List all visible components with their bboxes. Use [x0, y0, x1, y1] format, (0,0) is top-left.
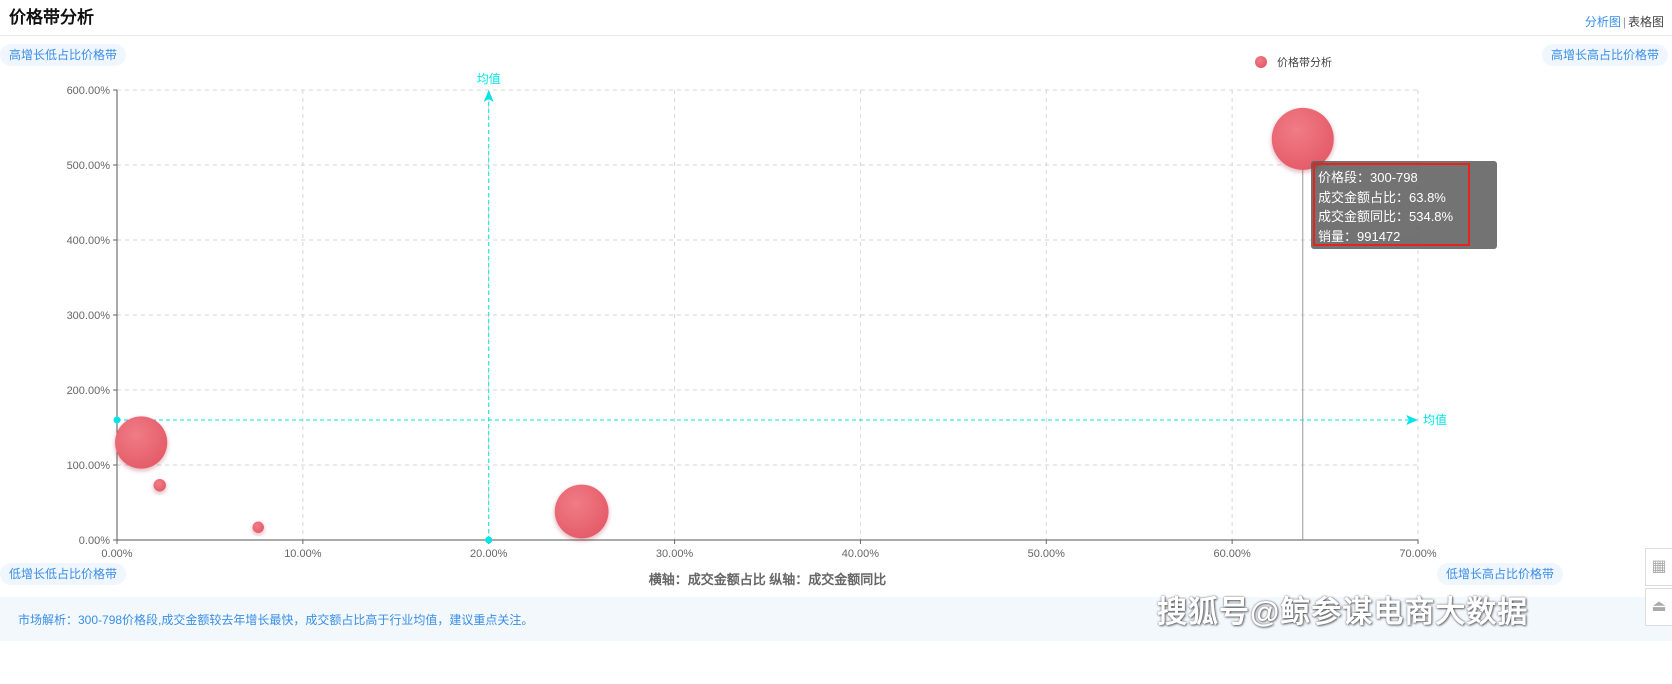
x-tick-label: 20.00%	[470, 548, 508, 560]
bubble-point	[554, 484, 609, 539]
x-tick-label: 50.00%	[1028, 548, 1066, 560]
y-tick-label: 600.00%	[67, 85, 111, 97]
quadrant-tag-top-left[interactable]: 高增长低占比价格带	[0, 44, 127, 66]
tooltip-price-range: 价格段：300-798	[1318, 170, 1418, 185]
bubble-point	[252, 521, 264, 533]
grid-icon: ▦	[1651, 558, 1667, 575]
axis-caption: 横轴：成交金额占比 纵轴：成交金额同比	[649, 572, 887, 587]
y-tick-label: 200.00%	[67, 385, 111, 397]
mean-line-horizontal-start	[113, 416, 121, 424]
tooltip-amount-share: 成交金额占比：63.8%	[1318, 189, 1446, 205]
x-tick-label: 60.00%	[1213, 548, 1251, 560]
legend-label: 价格带分析	[1277, 55, 1332, 69]
x-tick-label: 30.00%	[656, 548, 694, 560]
x-tick-label: 40.00%	[842, 548, 880, 560]
bubble-point	[115, 416, 168, 469]
x-tick-label: 70.00%	[1399, 548, 1437, 560]
mean-line-vertical-start	[485, 536, 493, 544]
bubble-point	[153, 479, 166, 492]
watermark: 搜狐号@鲸参谋电商大数据	[1157, 596, 1529, 629]
market-analysis-text: 市场解析：300-798价格段,成交金额较去年增长最快，成交额占比高于行业均值，…	[18, 613, 534, 627]
y-tick-label: 100.00%	[67, 460, 111, 472]
chart-tooltip: 价格段：300-798 成交金额占比：63.8% 成交金额同比：534.8% 销…	[1313, 163, 1470, 246]
side-grid-button[interactable]: ▦	[1645, 548, 1672, 586]
y-tick-label: 300.00%	[67, 310, 111, 322]
back-to-top-icon: ⏏	[1651, 598, 1667, 615]
x-tick-label: 0.00%	[101, 548, 132, 560]
y-tick-label: 0.00%	[79, 535, 110, 547]
y-tick-label: 400.00%	[67, 235, 111, 247]
side-top-button[interactable]: ⏏	[1645, 588, 1672, 626]
bubble-chart: 0.00% 100.00% 200.00% 300.00% 400.00% 500.00%…	[67, 55, 1447, 587]
quadrant-tag-top-right[interactable]: 高增长高占比价格带	[1541, 44, 1668, 66]
tooltip-amount-yoy: 成交金额同比：534.8%	[1318, 209, 1454, 224]
tooltip-sales-volume: 销量：991472	[1318, 228, 1401, 244]
x-tick-label: 10.00%	[284, 548, 322, 560]
legend-marker	[1255, 56, 1267, 68]
mean-line-horizontal-label: 均值	[1423, 412, 1447, 427]
quadrant-tag-bottom-left[interactable]: 低增长低占比价格带	[0, 563, 127, 585]
mean-line-vertical-label: 均值	[477, 71, 501, 86]
quadrant-tag-bottom-right[interactable]: 低增长高占比价格带	[1437, 563, 1564, 585]
y-tick-label: 500.00%	[67, 160, 111, 172]
